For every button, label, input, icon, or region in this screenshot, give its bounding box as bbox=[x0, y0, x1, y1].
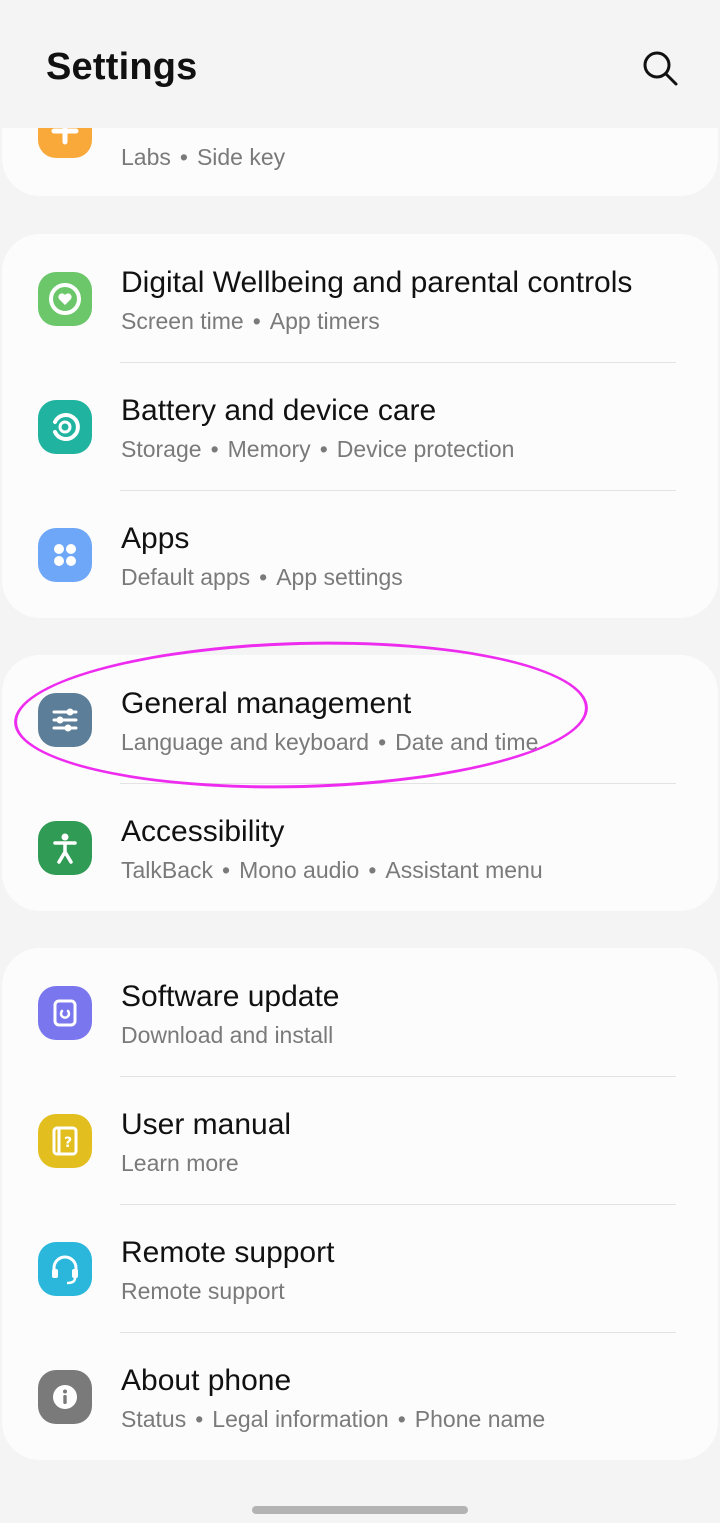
settings-item-general-management[interactable]: General management Language and keyboard… bbox=[2, 655, 718, 783]
settings-item-subtitle: Status • Legal information • Phone name bbox=[121, 1406, 546, 1432]
accessibility-icon bbox=[38, 821, 92, 875]
search-icon bbox=[643, 51, 678, 86]
settings-group-3: Software update Download and install ? U… bbox=[2, 948, 718, 1460]
settings-item-subtitle: Language and keyboard • Date and time bbox=[121, 729, 539, 755]
settings-item-software-update[interactable]: Software update Download and install bbox=[2, 948, 718, 1076]
settings-item-title: General management bbox=[121, 687, 412, 720]
navigation-gesture-bar[interactable] bbox=[252, 1506, 468, 1514]
settings-item-subtitle: Download and install bbox=[121, 1022, 334, 1048]
settings-item-subtitle: Storage • Memory • Device protection bbox=[121, 436, 515, 462]
svg-text:?: ? bbox=[64, 1135, 72, 1151]
search-button[interactable] bbox=[638, 46, 682, 90]
settings-item-battery-device-care[interactable]: Battery and device care Storage • Memory • D… bbox=[2, 362, 718, 490]
user-manual-icon: ? bbox=[38, 1114, 92, 1168]
settings-item-subtitle: Learn more bbox=[121, 1150, 239, 1176]
page-title: Settings bbox=[46, 46, 198, 88]
settings-item-about-phone[interactable]: About phone Status • Legal information • Pho… bbox=[2, 1332, 718, 1460]
settings-item-subtitle: TalkBack • Mono audio • Assistant menu bbox=[121, 857, 543, 883]
software-update-icon bbox=[38, 986, 92, 1040]
settings-item-accessibility[interactable]: Accessibility TalkBack • Mono audio • Assist… bbox=[2, 783, 718, 911]
remote-support-icon bbox=[38, 1242, 92, 1296]
settings-group-2: General management Language and keyboard… bbox=[2, 655, 718, 911]
settings-item-user-manual[interactable]: ? User manual Learn more bbox=[2, 1076, 718, 1204]
settings-item-title: Battery and device care bbox=[121, 394, 437, 427]
settings-item-title: Digital Wellbeing and parental controls bbox=[121, 266, 633, 299]
settings-item-apps[interactable]: Apps Default apps • App settings bbox=[2, 490, 718, 618]
settings-item-subtitle: Remote support bbox=[121, 1278, 285, 1304]
settings-item-subtitle: Labs • Side key bbox=[121, 144, 286, 170]
settings-item-subtitle: Default apps • App settings bbox=[121, 564, 403, 590]
digital-wellbeing-icon bbox=[38, 272, 92, 326]
settings-group-1: Digital Wellbeing and parental controls … bbox=[2, 234, 718, 618]
app-header: Settings bbox=[0, 0, 720, 128]
apps-icon bbox=[38, 528, 92, 582]
settings-item-title: Remote support bbox=[121, 1236, 335, 1269]
settings-item-remote-support[interactable]: Remote support Remote support bbox=[2, 1204, 718, 1332]
settings-item-digital-wellbeing[interactable]: Digital Wellbeing and parental controls … bbox=[2, 234, 718, 362]
device-care-icon bbox=[38, 400, 92, 454]
settings-item-title: Apps bbox=[121, 522, 190, 555]
settings-item-title: About phone bbox=[121, 1364, 292, 1397]
settings-item-title: Software update bbox=[121, 980, 340, 1013]
settings-item-title: User manual bbox=[121, 1108, 292, 1141]
general-management-icon bbox=[38, 693, 92, 747]
about-phone-icon bbox=[38, 1370, 92, 1424]
settings-item-title: Accessibility bbox=[121, 815, 285, 848]
settings-item-subtitle: Screen time • App timers bbox=[121, 308, 380, 334]
